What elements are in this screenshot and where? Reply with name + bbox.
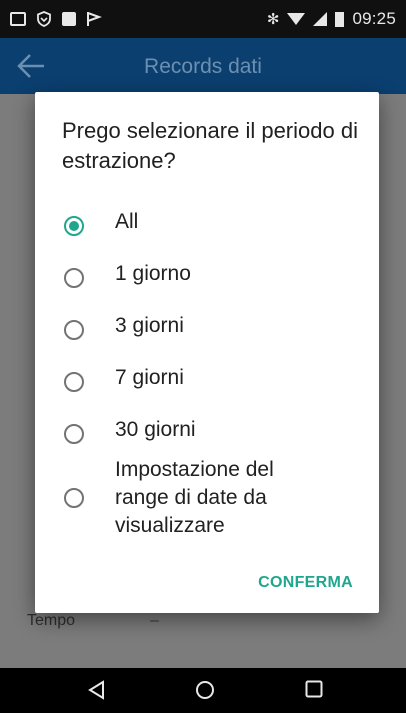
option-custom-range[interactable]: Impostazione del range di date da visual… bbox=[35, 456, 379, 546]
app-bar: Records dati bbox=[0, 38, 406, 94]
radio-icon[interactable] bbox=[64, 320, 84, 340]
recents-square-icon[interactable] bbox=[305, 680, 323, 698]
tempo-label: Tempo bbox=[27, 612, 76, 629]
battery-icon bbox=[335, 11, 345, 27]
option-label: 7 giorni bbox=[115, 366, 184, 389]
shield-icon bbox=[37, 11, 51, 27]
option-label: All bbox=[115, 210, 139, 233]
option-label: Impostazione del range di date da visual… bbox=[115, 458, 274, 537]
status-left-icons bbox=[10, 11, 102, 27]
wifi-icon bbox=[287, 13, 306, 25]
flag-icon bbox=[87, 12, 102, 26]
radio-checked-icon[interactable] bbox=[64, 216, 84, 236]
image-icon bbox=[10, 12, 26, 26]
radio-icon[interactable] bbox=[64, 268, 84, 288]
status-right-icons: ✻ 09:25 bbox=[267, 9, 396, 29]
home-circle-icon[interactable] bbox=[195, 680, 215, 700]
option-label: 1 giorno bbox=[115, 262, 191, 285]
confirm-button[interactable]: CONFERMA bbox=[258, 574, 353, 592]
tempo-value: – bbox=[150, 612, 159, 629]
option-label: 30 giorni bbox=[115, 418, 196, 441]
signal-icon bbox=[313, 12, 328, 26]
radio-icon[interactable] bbox=[64, 372, 84, 392]
dialog-title: Prego selezionare il periodo di estrazio… bbox=[62, 118, 358, 173]
clock: 09:25 bbox=[352, 9, 396, 28]
bluetooth-icon: ✻ bbox=[266, 11, 280, 28]
page-title: Records dati bbox=[144, 55, 262, 78]
period-dialog: Prego selezionare il periodo di estrazio… bbox=[35, 92, 379, 613]
navigation-bar bbox=[0, 668, 406, 713]
status-bar: ✻ 09:25 bbox=[0, 0, 406, 38]
square-icon bbox=[62, 12, 76, 26]
radio-icon[interactable] bbox=[64, 424, 84, 444]
radio-icon[interactable] bbox=[64, 488, 84, 508]
option-label: 3 giorni bbox=[115, 314, 184, 337]
back-triangle-icon[interactable] bbox=[87, 680, 107, 700]
